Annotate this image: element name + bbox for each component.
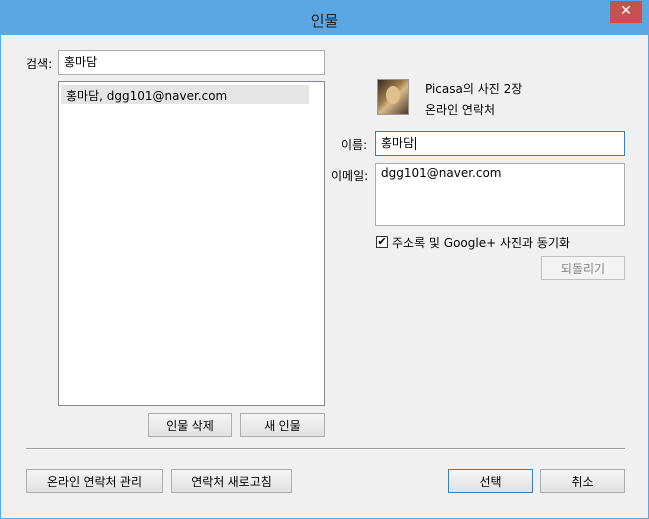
- dialog-body: 검색: 홍마담 홍마담, dgg101@naver.com 인물 삭제 새 인물…: [9, 35, 640, 510]
- list-item[interactable]: 홍마담, dgg101@naver.com: [61, 85, 309, 104]
- sync-label[interactable]: 주소록 및 Google+ 사진과 동기화: [392, 234, 570, 251]
- revert-button[interactable]: 되돌리기: [541, 256, 625, 280]
- avatar-face: [386, 86, 400, 104]
- name-field[interactable]: 홍마담: [375, 131, 625, 156]
- select-button[interactable]: 선택: [448, 469, 533, 493]
- cancel-button[interactable]: 취소: [540, 469, 625, 493]
- refresh-contacts-button[interactable]: 연락처 새로고침: [171, 469, 292, 493]
- avatar: [377, 79, 409, 115]
- name-label: 이름:: [341, 138, 368, 152]
- sync-checkbox[interactable]: ✔: [376, 236, 388, 248]
- delete-person-button[interactable]: 인물 삭제: [148, 413, 232, 437]
- people-list[interactable]: 홍마담, dgg101@naver.com: [58, 81, 325, 406]
- contact-type: 온라인 연락처: [425, 103, 496, 117]
- window-title: 인물: [310, 12, 339, 30]
- photo-count: Picasa의 사진 2장: [425, 82, 523, 96]
- email-field-value: dgg101@naver.com: [381, 166, 502, 180]
- text-caret: [415, 137, 417, 150]
- email-label: 이메일:: [331, 169, 369, 183]
- search-input[interactable]: 홍마담: [58, 50, 325, 75]
- search-input-value: 홍마담: [64, 55, 98, 69]
- close-button[interactable]: ✕: [610, 1, 642, 23]
- search-label: 검색:: [26, 57, 53, 71]
- close-icon: ✕: [620, 3, 632, 19]
- manage-online-contacts-button[interactable]: 온라인 연락처 관리: [26, 469, 163, 493]
- separator: [26, 448, 625, 450]
- people-dialog: 인물 ✕ 검색: 홍마담 홍마담, dgg101@naver.com 인물 삭제…: [0, 0, 649, 519]
- list-item-label: 홍마담, dgg101@naver.com: [66, 89, 228, 103]
- name-field-value: 홍마담: [381, 136, 415, 150]
- checkmark-icon: ✔: [377, 235, 387, 248]
- new-person-button[interactable]: 새 인물: [240, 413, 325, 437]
- email-field[interactable]: dgg101@naver.com: [375, 163, 625, 226]
- title-bar[interactable]: 인물 ✕: [1, 1, 648, 35]
